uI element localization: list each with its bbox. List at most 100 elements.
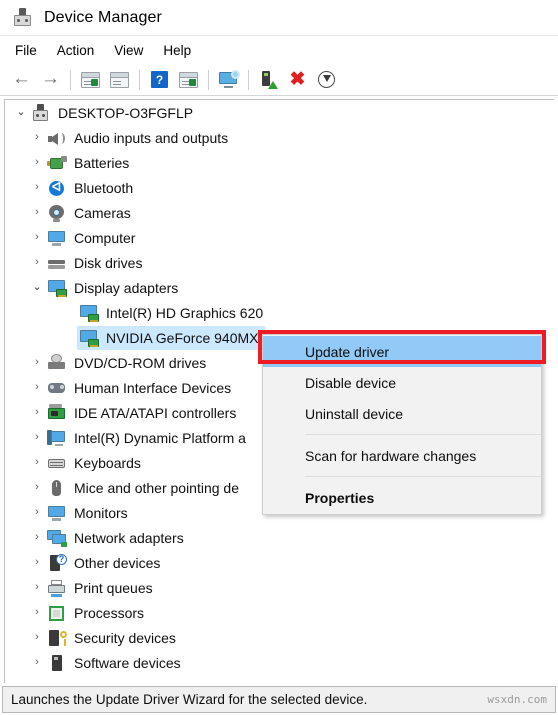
tree-item-label: IDE ATA/ATAPI controllers — [74, 404, 237, 421]
menu-action[interactable]: Action — [47, 40, 105, 61]
tree-item-computer[interactable]: › Computer — [5, 225, 554, 250]
tree-item-label: Other devices — [74, 554, 161, 571]
software-device-icon — [47, 654, 67, 672]
context-menu-item-uninstall-device[interactable]: Uninstall device — [263, 398, 541, 429]
chevron-right-icon[interactable]: › — [29, 582, 45, 593]
context-menu-item-disable-device[interactable]: Disable device — [263, 367, 541, 398]
other-device-icon: ? — [47, 553, 67, 572]
bluetooth-icon: ᐊ — [47, 179, 67, 197]
device-manager-icon — [13, 8, 32, 27]
chevron-right-icon[interactable]: › — [29, 357, 45, 368]
help-button[interactable]: ? — [146, 67, 173, 93]
tree-item-label: DESKTOP-O3FGFLP — [58, 104, 194, 121]
scan-monitor-icon — [218, 70, 240, 88]
chevron-right-icon[interactable]: › — [29, 657, 45, 668]
tree-item-processors[interactable]: › Processors — [5, 600, 554, 625]
context-menu[interactable]: Update driver Disable device Uninstall d… — [262, 334, 542, 515]
tree-item-security-devices[interactable]: › Security devices — [5, 625, 554, 650]
tree-item-bluetooth[interactable]: › ᐊ Bluetooth — [5, 175, 554, 200]
tree-item-print-queues[interactable]: › Print queues — [5, 575, 554, 600]
status-bar-text: Launches the Update Driver Wizard for th… — [11, 692, 368, 707]
mouse-icon — [47, 479, 67, 497]
tree-item-audio-inputs-and-outputs[interactable]: › Audio inputs and outputs — [5, 125, 554, 150]
display-adapter-icon — [79, 304, 99, 322]
watermark-text: wsxdn.com — [487, 693, 547, 706]
forward-button[interactable]: → — [37, 67, 64, 93]
chevron-right-icon[interactable]: › — [29, 382, 45, 393]
chevron-right-icon[interactable]: › — [29, 407, 45, 418]
display-adapter-icon — [79, 329, 99, 347]
tree-item-label: Security devices — [74, 629, 176, 646]
context-menu-item-properties[interactable]: Properties — [263, 482, 541, 513]
keyboard-icon — [47, 454, 67, 472]
status-bar: Launches the Update Driver Wizard for th… — [2, 686, 556, 713]
tree-item-root[interactable]: ⌄ DESKTOP-O3FGFLP — [5, 100, 554, 125]
monitor-icon — [47, 229, 67, 247]
chevron-right-icon[interactable]: › — [29, 257, 45, 268]
menu-help[interactable]: Help — [153, 40, 201, 61]
tree-item-network-adapters[interactable]: › Network adapters — [5, 525, 554, 550]
tree-item-sound-video-and-game-controllers[interactable]: › Sound, video and game controllers — [5, 675, 554, 683]
show-hide-console-tree-button[interactable] — [77, 67, 104, 93]
tree-item-label: Disk drives — [74, 254, 143, 271]
tree-item-label: Audio inputs and outputs — [74, 129, 229, 146]
tree-item-label: Network adapters — [74, 529, 184, 546]
chevron-right-icon[interactable]: › — [29, 157, 45, 168]
tree-item-disk-drives[interactable]: › Disk drives — [5, 250, 554, 275]
ide-controller-icon — [47, 403, 67, 422]
tree-item-display-adapters[interactable]: ⌄ Display adapters — [5, 275, 554, 300]
properties-window-icon — [110, 71, 129, 88]
red-x-icon: ✖ — [289, 69, 306, 90]
processor-icon — [47, 604, 67, 622]
chevron-right-icon[interactable]: › — [29, 632, 45, 643]
chevron-right-icon[interactable]: › — [29, 482, 45, 493]
tree-item-intel-hd-graphics-620[interactable]: Intel(R) HD Graphics 620 — [5, 300, 554, 325]
chevron-right-icon[interactable]: › — [29, 207, 45, 218]
chevron-right-icon[interactable]: › — [29, 532, 45, 543]
toolbar-separator-3 — [208, 69, 209, 90]
update-driver-icon — [260, 70, 278, 89]
disable-device-button[interactable] — [313, 67, 340, 93]
tree-item-other-devices[interactable]: › ? Other devices — [5, 550, 554, 575]
toolbar-separator-2 — [139, 69, 140, 90]
chevron-right-icon[interactable]: › — [29, 432, 45, 443]
tree-item-label: Intel(R) Dynamic Platform a — [74, 429, 246, 446]
tree-item-label: Print queues — [74, 579, 153, 596]
menu-view[interactable]: View — [104, 40, 153, 61]
chevron-right-icon[interactable]: › — [29, 557, 45, 568]
tree-item-label: Display adapters — [74, 279, 179, 296]
chevron-down-icon[interactable]: ⌄ — [29, 282, 45, 293]
chevron-down-icon[interactable]: ⌄ — [13, 107, 29, 118]
speaker-icon — [47, 129, 67, 147]
properties-button[interactable] — [106, 67, 133, 93]
context-menu-item-scan-for-hardware-changes[interactable]: Scan for hardware changes — [263, 440, 541, 471]
toolbar: ← → ? ✖ — [0, 64, 558, 96]
scan-for-hardware-changes-button[interactable] — [215, 67, 242, 93]
tree-item-software-devices[interactable]: › Software devices — [5, 650, 554, 675]
chevron-right-icon[interactable]: › — [29, 682, 45, 684]
circle-down-arrow-icon — [318, 71, 335, 88]
back-button[interactable]: ← — [8, 67, 35, 93]
help-question-icon: ? — [151, 71, 168, 88]
speaker-icon — [47, 679, 67, 683]
chevron-right-icon[interactable]: › — [29, 232, 45, 243]
update-driver-button[interactable] — [255, 67, 282, 93]
chevron-right-icon[interactable]: › — [29, 182, 45, 193]
chevron-right-icon[interactable]: › — [29, 507, 45, 518]
uninstall-device-button[interactable]: ✖ — [284, 67, 311, 93]
security-device-icon — [47, 629, 67, 647]
menu-file[interactable]: File — [5, 40, 47, 61]
show-hidden-devices-button[interactable] — [175, 67, 202, 93]
tree-item-label: Human Interface Devices — [74, 379, 232, 396]
tree-item-label: Computer — [74, 229, 136, 246]
tree-item-label: Intel(R) HD Graphics 620 — [106, 304, 264, 321]
tree-item-label: Cameras — [74, 204, 131, 221]
tree-item-cameras[interactable]: › Cameras — [5, 200, 554, 225]
chevron-right-icon[interactable]: › — [29, 132, 45, 143]
chevron-right-icon[interactable]: › — [29, 457, 45, 468]
tree-item-batteries[interactable]: › Batteries — [5, 150, 554, 175]
menu-bar: File Action View Help — [0, 36, 558, 64]
chevron-right-icon[interactable]: › — [29, 607, 45, 618]
display-adapter-icon — [47, 279, 67, 297]
context-menu-item-update-driver[interactable]: Update driver — [263, 336, 541, 367]
